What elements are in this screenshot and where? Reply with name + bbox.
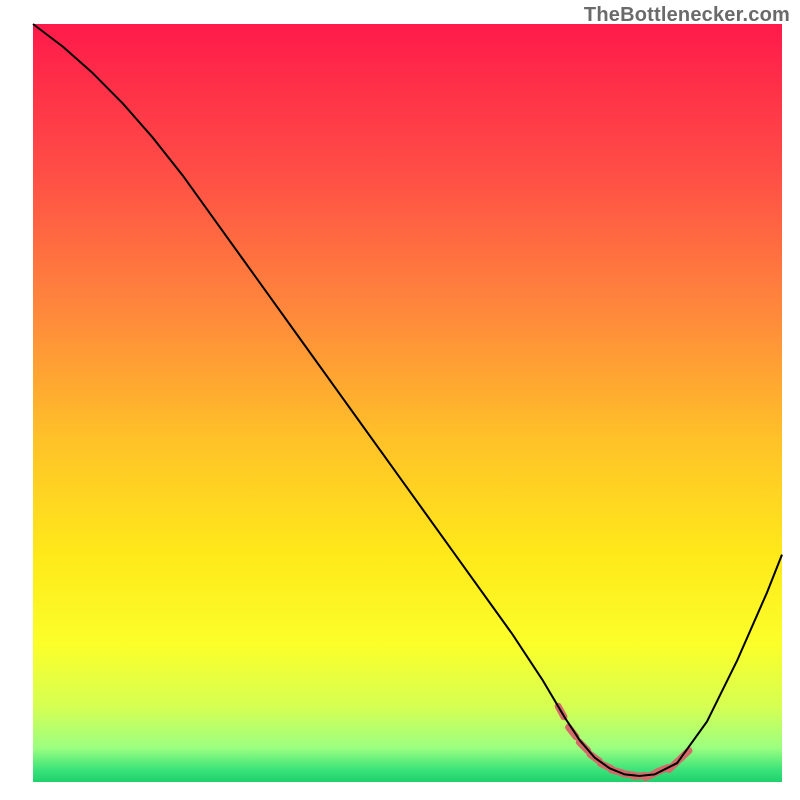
chart-svg — [0, 0, 800, 800]
chart-container: TheBottlenecker.com — [0, 0, 800, 800]
plot-background — [33, 24, 782, 782]
